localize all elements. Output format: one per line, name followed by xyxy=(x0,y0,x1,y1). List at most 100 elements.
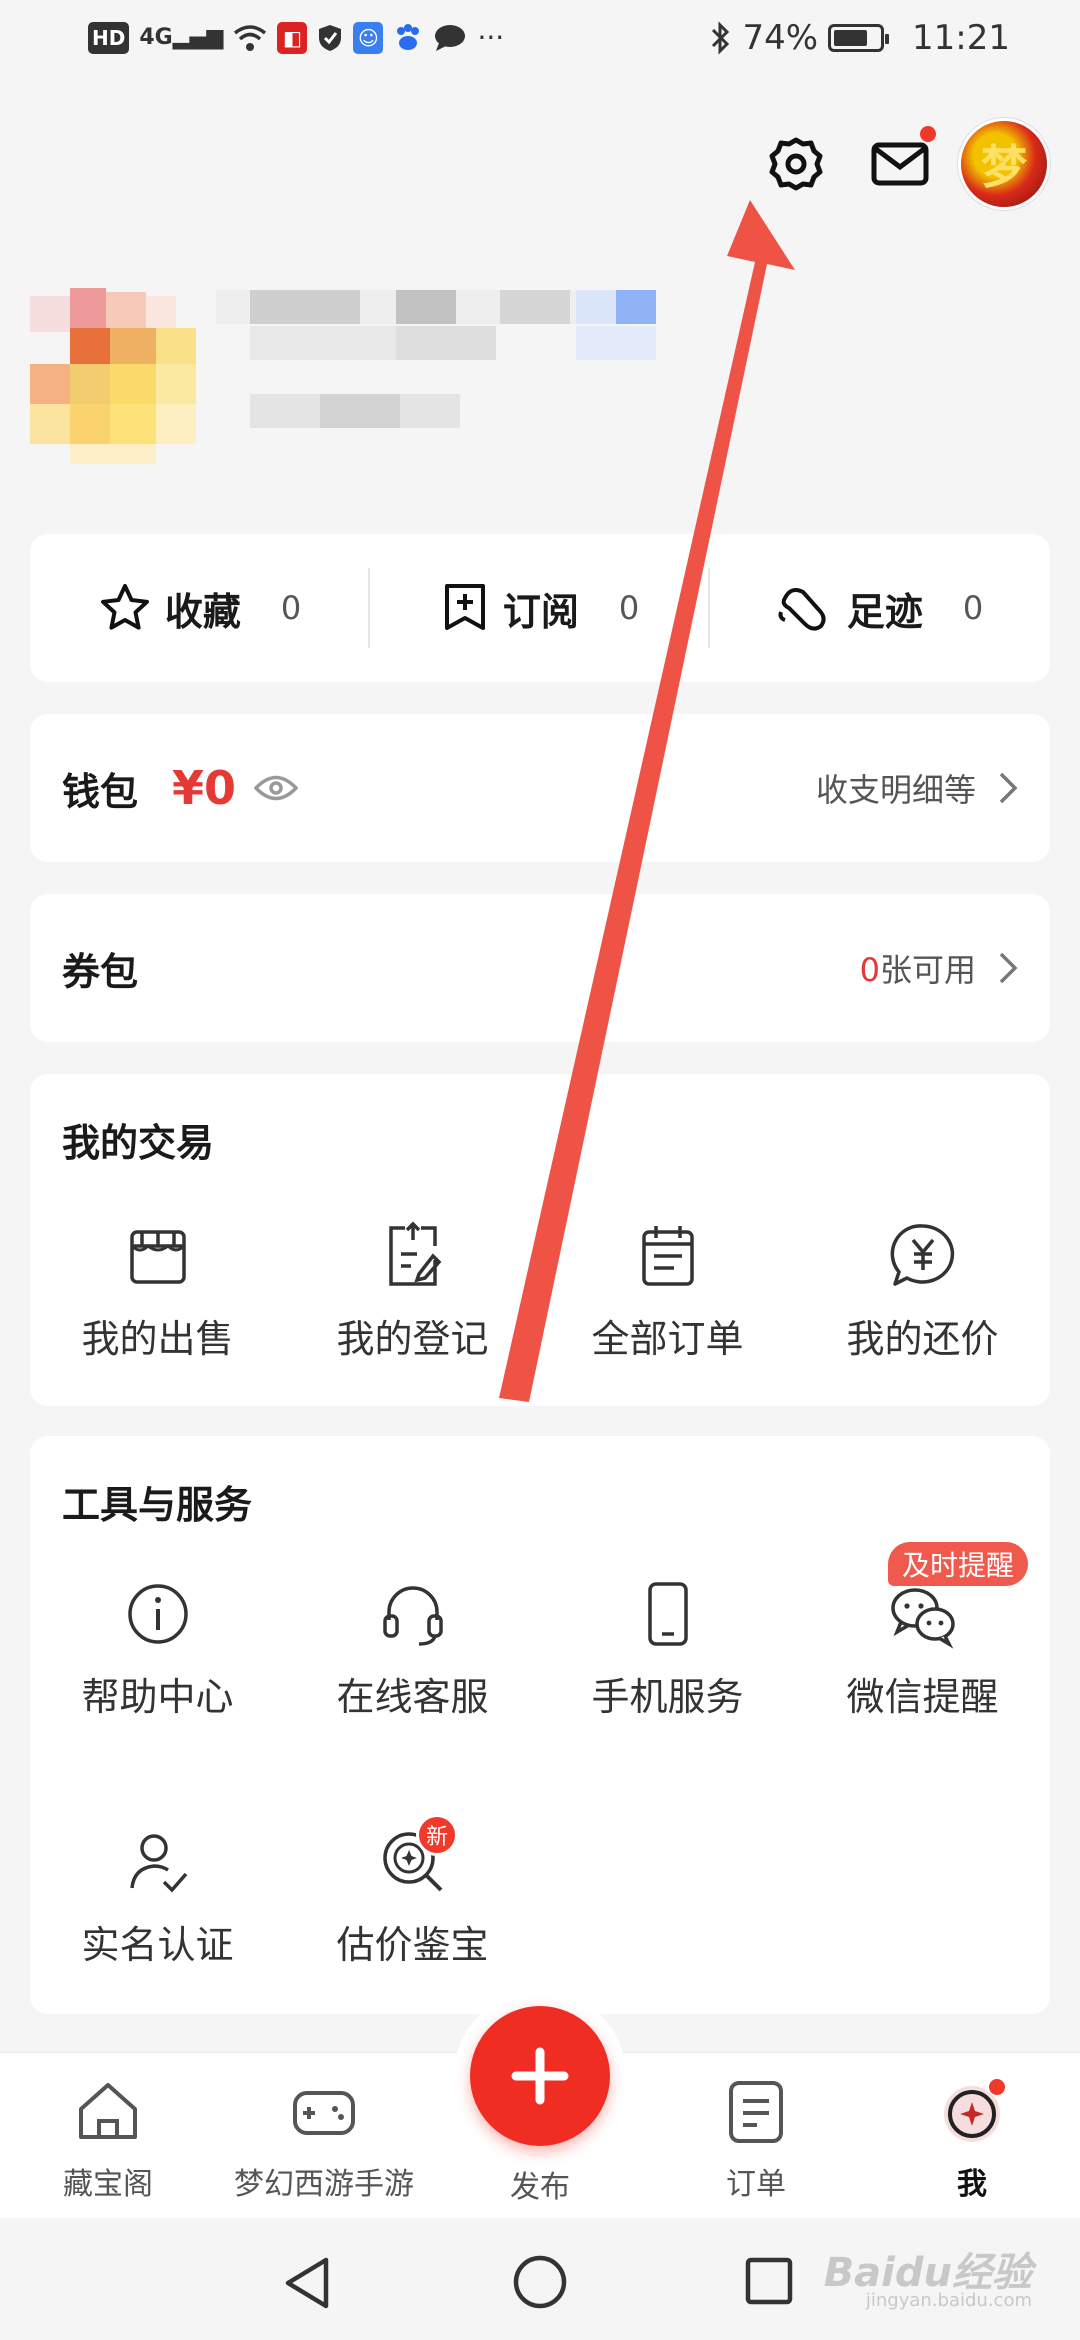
wifi-icon xyxy=(234,25,267,51)
footprints-stat[interactable]: 足迹 0 xyxy=(710,534,1050,682)
avatar[interactable]: 梦 xyxy=(958,118,1050,210)
my-counteroffers-item[interactable]: 我的还价 xyxy=(795,1220,1050,1363)
signal-icon: 4G▂▄▆ xyxy=(139,25,224,50)
subscriptions-count: 0 xyxy=(618,589,640,627)
wallet-detail-link[interactable]: 收支明细等 xyxy=(816,765,1018,811)
plus-icon xyxy=(511,2047,569,2105)
nav-item-me[interactable]: 我 xyxy=(864,2077,1080,2203)
status-icons-left: HD 4G▂▄▆ ◧ ☺ ··· xyxy=(88,22,504,54)
coupon-title: 券包 xyxy=(62,949,139,994)
nav-label-home: 藏宝阁 xyxy=(63,2167,153,2202)
avatar-glyph: 梦 xyxy=(981,140,1027,194)
nav-item-orders[interactable]: 订单 xyxy=(648,2077,864,2203)
gamepad-icon xyxy=(293,2091,355,2135)
star-icon xyxy=(100,584,149,630)
phone-service-item[interactable]: 手机服务 xyxy=(540,1578,795,1721)
online-support-item[interactable]: 在线客服 xyxy=(285,1578,540,1721)
wallet-detail-label: 收支明细等 xyxy=(815,771,976,809)
contacts-notification-icon: ☺ xyxy=(353,22,384,54)
help-center-item[interactable]: 帮助中心 xyxy=(30,1578,285,1721)
footprint-icon xyxy=(778,588,826,631)
chevron-right-icon xyxy=(999,772,1018,804)
profile-info-blurred xyxy=(30,282,680,464)
my-registrations-label: 我的登记 xyxy=(336,1317,489,1361)
my-sales-item[interactable]: 我的出售 xyxy=(30,1220,285,1363)
subscriptions-stat[interactable]: 订阅 0 xyxy=(370,534,710,682)
new-badge: 新 xyxy=(416,1814,458,1856)
trading-card: 我的交易 我的出售 我的登记 全部订单 我的还价 xyxy=(30,1074,1050,1406)
services-card: 工具与服务 帮助中心 在线客服 手机服务 微信提醒 实名认证 估价鉴宝 xyxy=(30,1436,1050,2014)
home-icon[interactable] xyxy=(512,2254,568,2310)
favorites-stat[interactable]: 收藏 0 xyxy=(30,534,370,682)
paw-icon xyxy=(397,24,420,50)
nav-label-me: 我 xyxy=(957,2167,987,2202)
real-name-auth-item[interactable]: 实名认证 xyxy=(30,1826,285,1969)
shield-icon xyxy=(319,25,342,51)
house-icon xyxy=(79,2083,137,2139)
wechat-reminder-item[interactable]: 微信提醒 xyxy=(795,1578,1050,1721)
battery-level xyxy=(834,30,867,46)
wechat-reminder-label: 微信提醒 xyxy=(846,1675,999,1719)
coupon-suffix: 张可用 xyxy=(879,951,976,989)
wechat-icon xyxy=(890,1588,955,1649)
more-notifications-icon: ··· xyxy=(477,21,505,54)
phone-icon xyxy=(647,1582,688,1646)
battery-icon xyxy=(828,24,890,52)
calendar-list-icon xyxy=(641,1226,694,1286)
message-bubble-icon xyxy=(435,25,466,51)
coupon-card[interactable]: 券包 0张可用 xyxy=(30,894,1050,1042)
unread-dot xyxy=(920,126,936,142)
appraisal-label: 估价鉴宝 xyxy=(336,1923,489,1967)
timely-reminder-badge: 及时提醒 xyxy=(888,1542,1029,1586)
mail-icon xyxy=(871,142,929,186)
nav-label-game: 梦幻西游手游 xyxy=(234,2167,414,2202)
bluetooth-icon xyxy=(712,21,730,55)
back-icon[interactable] xyxy=(282,2256,332,2310)
publish-button-wrap xyxy=(454,1990,626,2162)
appraisal-item[interactable]: 估价鉴宝 xyxy=(285,1826,540,1969)
wallet-title: 钱包 xyxy=(62,769,139,814)
baidu-watermark-url: jingyan.baidu.com xyxy=(865,2290,1032,2311)
me-icon xyxy=(944,2079,1005,2142)
footprints-count: 0 xyxy=(962,589,984,627)
favorites-label: 收藏 xyxy=(164,589,241,634)
wallet-card[interactable]: 钱包 ¥0 收支明细等 xyxy=(30,714,1050,862)
services-title: 工具与服务 xyxy=(62,1483,253,1527)
all-orders-label: 全部订单 xyxy=(591,1317,744,1361)
phone-service-label: 手机服务 xyxy=(591,1675,744,1719)
bookmark-plus-icon xyxy=(444,584,485,630)
footprints-label: 足迹 xyxy=(846,589,923,634)
help-center-label: 帮助中心 xyxy=(81,1675,234,1719)
nav-item-home[interactable]: 藏宝阁 xyxy=(0,2077,216,2203)
eye-icon[interactable] xyxy=(254,773,299,803)
my-registrations-item[interactable]: 我的登记 xyxy=(285,1220,540,1363)
publish-label: 发布 xyxy=(510,2170,570,2205)
status-icons-right: 74% 11:21 xyxy=(710,18,1010,58)
gear-icon xyxy=(769,137,823,191)
publish-button[interactable] xyxy=(470,2006,610,2146)
real-name-auth-label: 实名认证 xyxy=(81,1923,234,1967)
settings-button[interactable] xyxy=(760,128,832,200)
user-check-icon xyxy=(129,1834,187,1893)
battery-percent: 74% xyxy=(742,18,819,58)
recents-icon[interactable] xyxy=(744,2256,794,2306)
all-orders-item[interactable]: 全部订单 xyxy=(540,1220,795,1363)
status-bar: HD 4G▂▄▆ ◧ ☺ ··· 74% 11:21 xyxy=(0,0,1080,80)
coupon-summary: 0张可用 xyxy=(860,945,976,991)
nav-label-orders: 订单 xyxy=(726,2167,786,2202)
favorites-count: 0 xyxy=(280,589,302,627)
stats-card: 收藏 0 订阅 0 足迹 0 xyxy=(30,534,1050,682)
online-support-label: 在线客服 xyxy=(336,1675,489,1719)
register-doc-icon xyxy=(388,1221,441,1286)
coupon-available[interactable]: 0张可用 xyxy=(860,945,1018,991)
messages-button[interactable] xyxy=(864,126,936,200)
yen-bubble-icon xyxy=(890,1224,954,1286)
info-icon xyxy=(127,1584,188,1644)
wallet-balance: ¥0 xyxy=(172,761,237,815)
coupon-count: 0 xyxy=(859,951,880,989)
trading-title: 我的交易 xyxy=(62,1121,215,1165)
nav-item-game[interactable]: 梦幻西游手游 xyxy=(216,2077,432,2203)
chevron-right-icon xyxy=(999,952,1018,984)
shop-icon xyxy=(129,1230,186,1284)
my-sales-label: 我的出售 xyxy=(81,1317,234,1361)
